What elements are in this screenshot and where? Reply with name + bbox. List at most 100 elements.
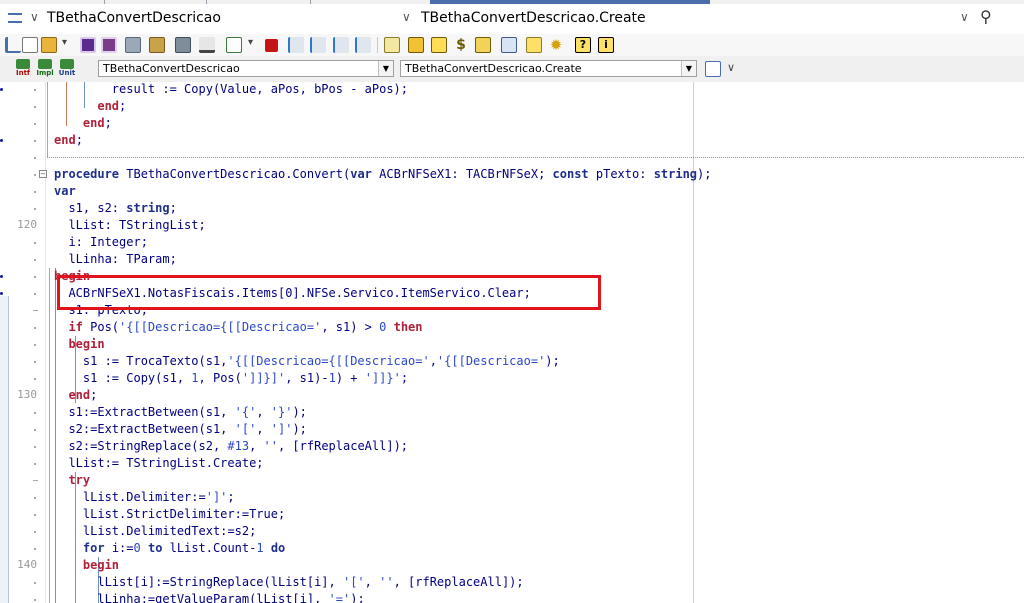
chevron-down-icon[interactable]: ∨: [727, 61, 735, 74]
line-marker-dot: [34, 208, 36, 210]
class-navigator-title[interactable]: TBethaConvertDescricao: [47, 10, 221, 26]
code-line[interactable]: lLinha:=getValueParam(lList[i], '=');: [54, 591, 364, 603]
breakpoint-marker-icon[interactable]: [0, 275, 3, 278]
chevron-down-icon[interactable]: ∨: [960, 10, 969, 24]
gutter-line[interactable]: [0, 98, 45, 115]
code-line[interactable]: result := Copy(Value, aPos, bPos - aPos)…: [54, 82, 408, 98]
run-until-return-icon[interactable]: [355, 37, 371, 53]
open-folder-icon[interactable]: [41, 37, 57, 53]
unit-button[interactable]: Unit: [58, 59, 76, 79]
code-line[interactable]: lList.DelimitedText:=s2;: [54, 523, 256, 540]
remove-from-project-icon[interactable]: [149, 37, 165, 53]
gutter-line[interactable]: [0, 200, 45, 217]
method-navigator-title[interactable]: TBethaConvertDescricao.Create: [421, 10, 646, 26]
code-token: ,: [256, 405, 271, 419]
stop-icon[interactable]: [265, 39, 278, 52]
project-options-icon[interactable]: [175, 37, 191, 53]
download-icon[interactable]: [199, 37, 215, 53]
bookmark-icon[interactable]: [384, 37, 400, 53]
code-line[interactable]: end;: [54, 132, 83, 149]
code-token: i:=: [104, 541, 134, 555]
method-separator: [47, 157, 1024, 158]
code-line[interactable]: s1:=ExtractBetween(s1, '{', '}');: [54, 404, 306, 421]
chevron-down-icon[interactable]: ∨: [402, 10, 411, 24]
step-over-icon[interactable]: [288, 37, 304, 53]
code-line[interactable]: i: Integer;: [54, 234, 147, 251]
gutter-line[interactable]: [0, 251, 45, 268]
code-token: var: [54, 184, 76, 198]
gutter-line[interactable]: [0, 132, 45, 149]
code-line[interactable]: var: [54, 183, 76, 200]
code-token: end: [54, 133, 76, 147]
help-icon[interactable]: ?: [575, 37, 591, 53]
code-token: end: [97, 99, 120, 113]
class-combo[interactable]: TBethaConvertDescricao ▼: [98, 60, 394, 77]
highlight-box: [57, 275, 601, 310]
trace-to-line-icon[interactable]: [333, 37, 349, 53]
code-line[interactable]: for i:=0 to lList.Count-1 do: [54, 540, 285, 557]
code-line[interactable]: try: [54, 472, 90, 489]
structure-view-icon[interactable]: [705, 61, 721, 77]
document-stack-icon[interactable]: [501, 37, 517, 53]
search-icon[interactable]: ⚲: [980, 7, 992, 26]
list-icon[interactable]: [8, 13, 22, 23]
method-combo[interactable]: TBethaConvertDescricao.Create ▼: [400, 60, 697, 77]
code-line[interactable]: lList: TStringList;: [54, 217, 205, 234]
run-icon[interactable]: [226, 37, 242, 53]
breakpoint-marker-icon[interactable]: [0, 139, 3, 142]
document-icon[interactable]: [431, 37, 447, 53]
code-line[interactable]: lList:= TStringList.Create;: [54, 455, 263, 472]
code-line[interactable]: s1 := Copy(s1, 1, Pos(']]}]', s1)-1) + '…: [54, 370, 408, 387]
save-icon[interactable]: [80, 37, 96, 53]
breakpoint-marker-icon[interactable]: [0, 292, 3, 295]
gutter-line[interactable]: [0, 149, 45, 166]
indent-icon[interactable]: [5, 37, 21, 53]
breakpoint-marker-icon[interactable]: [0, 88, 3, 91]
code-line[interactable]: end;: [54, 387, 97, 404]
code-line[interactable]: end;: [54, 115, 112, 132]
gutter-line[interactable]: [0, 183, 45, 200]
code-line[interactable]: lList.StrictDelimiter:=True;: [54, 506, 285, 523]
code-token: ,: [429, 354, 437, 368]
gutter-line[interactable]: [0, 268, 45, 285]
gutter-line[interactable]: [0, 82, 45, 98]
notes-icon[interactable]: [408, 37, 424, 53]
gutter-line[interactable]: [0, 115, 45, 132]
implementation-button[interactable]: Impl: [36, 59, 54, 79]
code-line[interactable]: s2:=ExtractBetween(s1, '[', ']');: [54, 421, 306, 438]
code-line[interactable]: s2:=StringReplace(s2, #13, '', [rfReplac…: [54, 438, 408, 455]
code-line[interactable]: procedure TBethaConvertDescricao.Convert…: [54, 166, 712, 183]
code-line[interactable]: if Pos('{[[Descricao={[[Descricao=', s1)…: [54, 319, 423, 336]
code-line[interactable]: lLinha: TParam;: [54, 251, 176, 268]
code-line[interactable]: begin: [54, 336, 104, 353]
chevron-down-icon[interactable]: ▼: [378, 61, 393, 76]
code-line[interactable]: begin: [54, 557, 119, 574]
note-icon[interactable]: [526, 37, 542, 53]
code-line[interactable]: s1 := TrocaTexto(s1,'{[[Descricao={[[Des…: [54, 353, 560, 370]
interface-button[interactable]: Intf: [14, 59, 32, 79]
code-line[interactable]: lList.Delimiter:=']';: [54, 489, 235, 506]
save-all-icon[interactable]: [101, 37, 117, 53]
chevron-down-icon[interactable]: ∨: [30, 10, 39, 24]
component-icon[interactable]: [475, 37, 491, 53]
dollar-icon[interactable]: $: [453, 37, 469, 53]
gear-icon[interactable]: ✹: [548, 37, 564, 53]
gutter-line[interactable]: [0, 234, 45, 251]
trace-into-icon[interactable]: [310, 37, 326, 53]
code-line[interactable]: end;: [54, 98, 126, 115]
code-line[interactable]: s1, s2: string;: [54, 200, 176, 217]
info-icon[interactable]: i: [598, 37, 614, 53]
new-file-icon[interactable]: [22, 37, 38, 53]
code-token: then: [393, 320, 423, 334]
chevron-down-icon[interactable]: ▾: [62, 37, 67, 48]
gutter-line[interactable]: 120: [0, 217, 45, 234]
code-editor[interactable]: 120 130 140 − result := Copy(Value, aPos, …: [0, 82, 1024, 603]
block-guide: [47, 82, 48, 157]
code-line[interactable]: lList[i]:=StringReplace(lList[i], '[', '…: [54, 574, 523, 591]
code-token: end: [68, 388, 91, 402]
chevron-down-icon[interactable]: ▼: [681, 61, 696, 76]
chevron-down-icon[interactable]: ▾: [248, 37, 253, 48]
fold-toggle[interactable]: −: [39, 170, 47, 178]
add-to-project-icon[interactable]: [125, 37, 141, 53]
